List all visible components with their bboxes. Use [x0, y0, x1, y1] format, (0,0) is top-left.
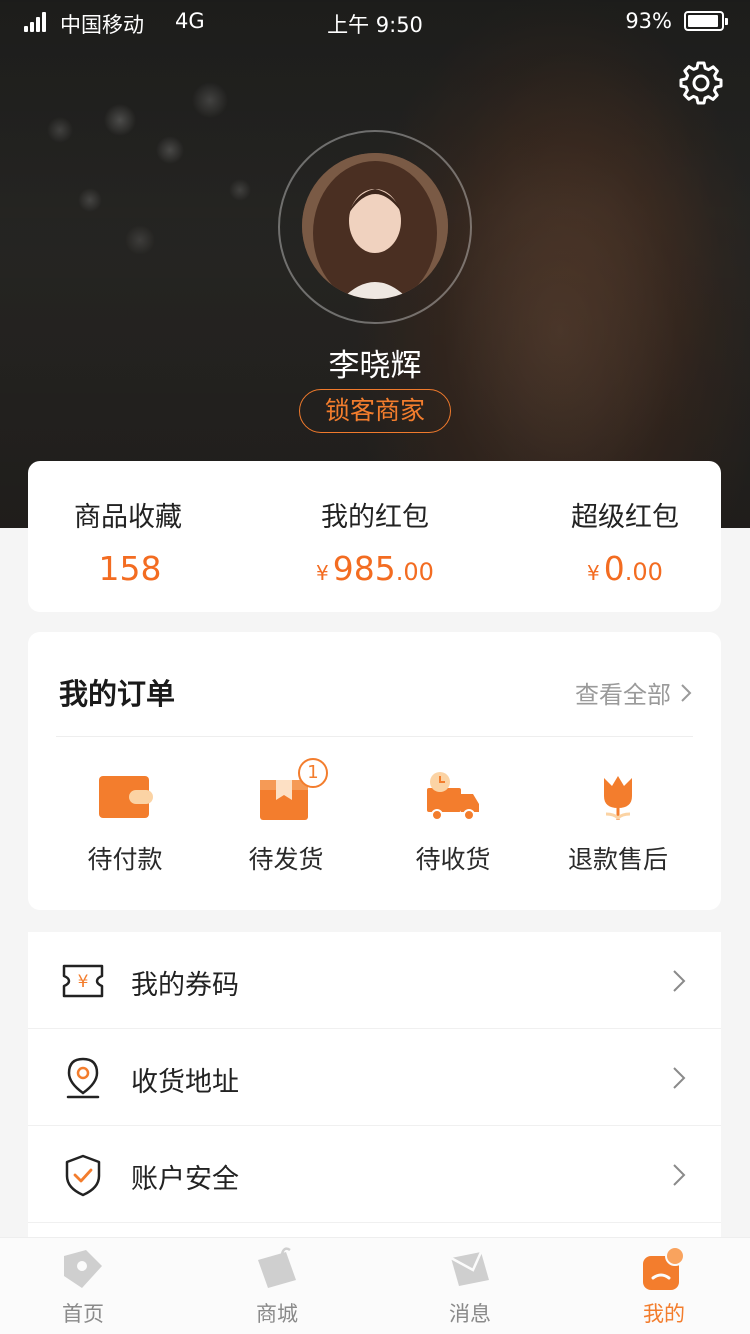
envelope-icon: [450, 1251, 489, 1286]
chevron-right-icon: [681, 683, 692, 702]
stat-value: 158: [98, 549, 162, 588]
avatar-portrait: [302, 153, 448, 299]
avatar[interactable]: [302, 153, 448, 299]
coupon-icon: ¥: [62, 964, 104, 998]
order-pending-payment[interactable]: 待付款: [50, 770, 200, 880]
divider: [56, 736, 693, 737]
tab-mine[interactable]: 我的: [604, 1246, 724, 1332]
stat-value: ¥0.00: [587, 549, 663, 588]
svg-text:¥: ¥: [78, 972, 89, 992]
menu-item-coupons[interactable]: ¥ 我的券码: [28, 932, 721, 1029]
stat-label: 商品收藏: [74, 502, 182, 533]
menu-label: 账户安全: [131, 1164, 239, 1195]
menu-label: 收货地址: [131, 1067, 239, 1098]
menu-item-addresses[interactable]: 收货地址: [28, 1029, 721, 1126]
status-bar: 中国移动 4G 上午 9:50 93%: [0, 0, 750, 42]
user-icon: [643, 1246, 685, 1290]
stat-favorites[interactable]: 商品收藏 158: [13, 495, 243, 588]
battery-percentage: 93%: [625, 9, 672, 33]
tulip-icon: [604, 776, 632, 821]
view-all-orders-link[interactable]: 查看全部: [575, 675, 693, 710]
order-refund-after-sales[interactable]: 退款售后: [543, 770, 693, 880]
chevron-right-icon: [673, 1164, 686, 1186]
tab-label: 我的: [643, 1302, 685, 1326]
menu-list: ¥ 我的券码 收货地址 账户安全: [28, 932, 721, 1242]
orders-title: 我的订单: [59, 677, 176, 711]
chevron-right-icon: [673, 970, 686, 992]
stat-red-packet[interactable]: 我的红包 ¥985.00: [260, 495, 490, 588]
order-label: 退款售后: [567, 845, 668, 874]
order-label: 待发货: [248, 845, 324, 874]
order-label: 待付款: [87, 845, 163, 874]
location-pin-icon: [66, 1057, 100, 1099]
tab-mall[interactable]: 商城: [217, 1246, 337, 1332]
battery-icon: [684, 11, 728, 31]
stat-super-red-packet[interactable]: 超级红包 ¥0.00: [510, 495, 740, 588]
wallet-icon: [99, 776, 153, 818]
user-name: 李晓辉: [328, 348, 422, 384]
chevron-right-icon: [673, 1067, 686, 1089]
merchant-badge: 锁客商家: [299, 389, 451, 433]
tab-home[interactable]: 首页: [23, 1246, 143, 1332]
order-label: 待收货: [415, 845, 491, 874]
stat-label: 我的红包: [321, 502, 429, 533]
gear-icon[interactable]: [678, 60, 724, 106]
tab-label: 首页: [62, 1302, 104, 1326]
menu-item-account-security[interactable]: 账户安全: [28, 1126, 721, 1223]
shield-check-icon: [65, 1154, 101, 1197]
battery-fill: [688, 15, 718, 27]
tab-label: 消息: [449, 1302, 491, 1326]
delivery-truck-icon: [427, 772, 479, 821]
menu-label: 我的券码: [131, 970, 239, 1001]
orders-card: 我的订单 查看全部 待付款 1 待发货 待收货 退款售后: [28, 632, 721, 910]
order-pending-receipt[interactable]: 待收货: [378, 770, 528, 880]
home-tag-icon: [64, 1250, 102, 1288]
stat-label: 超级红包: [571, 502, 679, 533]
stats-card: 商品收藏 158 我的红包 ¥985.00 超级红包 ¥0.00: [28, 461, 721, 612]
order-pending-shipment[interactable]: 1 待发货: [211, 758, 361, 880]
tab-label: 商城: [256, 1302, 298, 1326]
bottom-tab-bar: 首页 商城 消息 我的: [0, 1237, 750, 1334]
tab-messages[interactable]: 消息: [410, 1246, 530, 1332]
stat-value: ¥985.00: [316, 549, 434, 588]
notification-badge: 1: [298, 758, 328, 788]
view-all-label: 查看全部: [575, 681, 671, 709]
shopping-bag-icon: [258, 1247, 296, 1288]
